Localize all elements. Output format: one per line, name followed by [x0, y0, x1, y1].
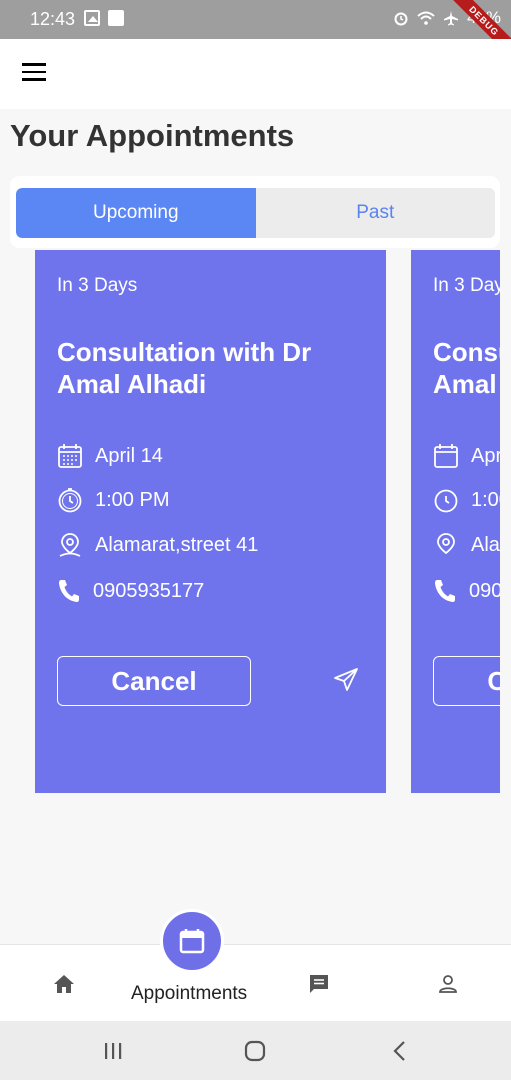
send-icon[interactable] [333, 668, 359, 692]
appointment-phone-row: 0905935177 [433, 578, 500, 604]
appointment-date: April 14 [471, 444, 500, 467]
calendar-icon [58, 444, 82, 468]
nav-messages[interactable] [275, 945, 363, 1022]
appointment-time: 1:00 PM [95, 488, 170, 511]
appointment-location: Alamarat,street 41 [471, 533, 500, 556]
bottom-navigation [0, 944, 511, 1021]
alarm-icon [394, 12, 408, 26]
appointment-date-row: April 14 [433, 443, 500, 469]
nav-appointments-label[interactable]: Appointments [131, 983, 247, 1005]
appointment-title: Consultation with Dr Amal Alhadi [433, 337, 500, 399]
cancel-appointment-button[interactable]: Cancel [433, 656, 500, 706]
clock-icon [434, 489, 458, 513]
recent-apps-icon [105, 1042, 122, 1059]
appointment-phone: 0905935177 [469, 579, 500, 602]
appointment-date: April 14 [95, 444, 163, 467]
chat-icon [310, 974, 328, 993]
appointment-location-row: Alamarat,street 41 [57, 532, 258, 558]
recent-apps-button[interactable] [88, 1021, 138, 1080]
back-button[interactable] [374, 1021, 424, 1080]
wifi-icon [417, 11, 435, 25]
status-time: 12:43 [30, 9, 76, 29]
appointment-countdown: In 3 Days [433, 275, 500, 296]
appointment-tabs: Upcoming Past [16, 188, 495, 238]
system-navigation-bar [0, 1021, 511, 1080]
nav-home[interactable] [20, 945, 108, 1022]
task-notification-icon [108, 10, 124, 26]
appointment-location: Alamarat,street 41 [95, 533, 259, 556]
appointment-card[interactable]: In 3 Days Consultation with Dr Amal Alha… [411, 250, 500, 793]
airplane-mode-icon [443, 11, 458, 26]
appointment-time: 1:00 PM [471, 488, 500, 511]
menu-icon[interactable] [22, 63, 46, 83]
appointment-tabs-container: Upcoming Past [10, 176, 500, 248]
page-title: Your Appointments [10, 118, 295, 153]
profile-icon [439, 974, 457, 993]
back-chevron-icon [393, 1040, 405, 1061]
cancel-appointment-button[interactable]: Cancel [57, 656, 251, 706]
tab-past[interactable]: Past [256, 188, 496, 238]
appointment-time-row: 1:00 PM [57, 487, 169, 513]
phone-icon [59, 580, 79, 602]
home-button[interactable] [230, 1021, 280, 1080]
appointment-date-row: April 14 [57, 443, 163, 469]
appointment-phone: 0905935177 [93, 579, 205, 602]
appointment-time-row: 1:00 PM [433, 487, 500, 513]
tab-upcoming[interactable]: Upcoming [16, 188, 256, 238]
phone-icon [435, 580, 455, 602]
status-bar: 12:43 47% DEBUG [0, 0, 511, 65]
nav-profile[interactable] [404, 945, 492, 1022]
calendar-icon [179, 929, 205, 954]
home-icon [54, 974, 74, 993]
location-pin-icon [59, 533, 81, 557]
nav-appointments-button[interactable] [160, 909, 224, 973]
appointment-title: Consultation with Dr Amal Alhadi [57, 337, 312, 399]
appointment-card[interactable]: In 3 Days Consultation with Dr Amal Alha… [35, 250, 386, 793]
calendar-icon [434, 444, 458, 468]
location-pin-icon [437, 533, 455, 555]
appointment-location-row: Alamarat,street 41 [433, 532, 500, 558]
clock-icon [58, 488, 82, 513]
home-circle-icon [244, 1040, 266, 1061]
appointments-carousel[interactable]: In 3 Days Consultation with Dr Amal Alha… [0, 250, 500, 795]
appointment-phone-row: 0905935177 [57, 578, 204, 604]
app-bar [0, 39, 511, 109]
appointment-countdown: In 3 Days [57, 275, 138, 296]
gallery-notification-icon [84, 10, 100, 26]
